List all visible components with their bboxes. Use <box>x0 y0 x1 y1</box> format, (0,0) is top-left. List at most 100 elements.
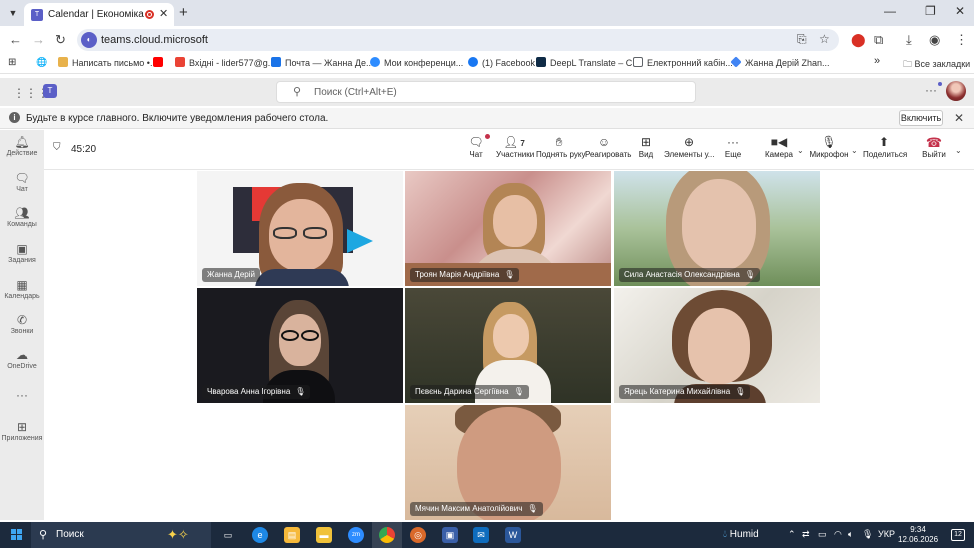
assignments-icon: ▣ <box>16 242 28 256</box>
bookmark-globe-icon[interactable]: 🌐 <box>36 57 47 68</box>
rail-item-assignments[interactable]: ▣ Задания <box>0 242 44 264</box>
participant-tile[interactable]: Сила Анастасія Олександрівна 🎙︎ <box>614 171 820 286</box>
share-button[interactable]: ⬆ Поделиться <box>863 135 907 159</box>
network-share-icon[interactable]: ⇄ <box>802 529 810 540</box>
tab-close-icon[interactable]: ✕ <box>159 7 168 20</box>
battery-icon[interactable]: ▭ <box>818 529 827 540</box>
url-text[interactable]: teams.cloud.microsoft <box>101 34 208 46</box>
camera-button[interactable]: ■◀ Камера <box>764 135 794 159</box>
new-tab-button[interactable]: + <box>179 4 188 21</box>
mic-options-chevron-icon[interactable]: ⌄ <box>851 146 858 155</box>
chat-button[interactable]: 🗨︎ Чат <box>465 134 490 159</box>
bookmark-item[interactable]: Вхідні - lider577@g... <box>175 57 275 68</box>
close-icon[interactable]: ✕ <box>954 111 964 125</box>
rail-item-chat[interactable]: 🗨︎ Чат <box>0 171 44 193</box>
apps-grid-icon[interactable]: ⊞ <box>8 57 16 68</box>
leave-options-chevron-icon[interactable]: ⌄ <box>955 146 962 155</box>
save-disk-icon[interactable]: ▣ <box>442 527 458 543</box>
camera-options-chevron-icon[interactable]: ⌄ <box>797 146 804 155</box>
participant-tile[interactable]: Пєвєнь Дарина Сергіївна 🎙︎ <box>405 288 611 403</box>
teams-search-input[interactable]: ⚲ Поиск (Ctrl+Alt+E) <box>276 81 696 103</box>
bookmark-item[interactable]: (1) Facebook <box>468 57 535 68</box>
bookmark-item[interactable] <box>153 57 167 68</box>
more-bookmarks-chevron-icon[interactable]: » <box>874 55 880 67</box>
enable-notifications-button[interactable]: Включить <box>899 110 943 126</box>
edge-icon[interactable]: e <box>252 527 268 543</box>
apps-button[interactable]: ⊕ Элементы у... <box>664 135 714 159</box>
chrome-icon[interactable] <box>379 527 395 543</box>
teams-favicon-icon: T <box>31 9 43 21</box>
profile-icon[interactable]: ◉ <box>929 32 940 48</box>
participants-button[interactable]: 👤︎ 7 Участники <box>496 135 534 159</box>
mic-button[interactable]: 🎙︎ Микрофон <box>809 135 849 159</box>
wifi-icon[interactable]: ◠ <box>834 529 842 540</box>
restore-icon[interactable]: ❐ <box>925 4 936 18</box>
bookmark-item[interactable]: Жанна Дерій Zhan... <box>730 56 830 68</box>
react-button[interactable]: ☺ Реагировать <box>585 135 631 159</box>
raise-hand-button[interactable]: ✋︎ Поднять руку <box>536 135 585 159</box>
window-close-icon[interactable]: ✕ <box>955 4 965 18</box>
bookmark-item[interactable]: Написать письмо •... <box>58 57 157 68</box>
language-indicator[interactable]: УКР <box>878 529 895 539</box>
notification-center-icon[interactable]: 12 <box>951 529 965 541</box>
zoom-icon[interactable]: zm <box>348 527 364 543</box>
shield-icon[interactable]: ⛉ <box>53 142 61 153</box>
task-view-icon[interactable]: ▭ <box>220 527 236 543</box>
clock[interactable]: 9:34 12.06.2026 <box>898 525 938 545</box>
face-shape <box>688 308 750 384</box>
participant-name: Мячин Максим Анатолійович <box>415 504 523 513</box>
file-explorer-icon[interactable]: ▬ <box>316 527 332 543</box>
app-icon[interactable]: ◎ <box>410 527 426 543</box>
back-arrow-icon[interactable]: ← <box>9 32 22 47</box>
rail-item-teams[interactable]: 👥︎ Команды <box>0 206 44 228</box>
participant-tile[interactable]: Мячин Максим Анатолійович 🎙︎ <box>405 405 611 520</box>
participant-tile[interactable]: Чварова Анна Ігорівна 🎙︎ <box>197 288 403 403</box>
chat-icon: 🗨︎ <box>465 134 490 150</box>
windows-start-icon[interactable] <box>11 529 23 541</box>
forward-arrow-icon[interactable]: → <box>32 32 45 47</box>
rail-item-more[interactable]: ··· <box>0 388 44 403</box>
bookmark-star-icon[interactable]: ☆ <box>819 32 830 46</box>
reload-icon[interactable]: ↻ <box>55 32 66 48</box>
participant-tile[interactable]: Троян Марія Андріївна 🎙︎ <box>405 171 611 286</box>
rail-item-onedrive[interactable]: ☁ OneDrive <box>0 348 44 370</box>
weather-widget[interactable]: 💧︎ Humid <box>723 529 759 540</box>
rail-item-calls[interactable]: ✆ Звонки <box>0 313 44 335</box>
omnibox[interactable]: ◐ teams.cloud.microsoft ⎘ ☆ <box>77 29 839 51</box>
extension-icon[interactable]: ⬤ <box>851 32 866 48</box>
rail-item-activity[interactable]: 🔔︎ Действие <box>0 135 44 157</box>
all-bookmarks-button[interactable]: 🗀 Все закладки <box>903 57 970 73</box>
volume-icon[interactable]: 🔈︎ <box>848 529 853 540</box>
user-avatar[interactable] <box>946 81 966 101</box>
outlook-icon[interactable]: ✉ <box>473 527 489 543</box>
participant-tile[interactable]: Ярець Катерина Михайлівна 🎙︎ <box>614 288 820 403</box>
mic-icon: 🎙︎ <box>821 135 837 149</box>
word-icon[interactable]: W <box>505 527 521 543</box>
more-options-icon[interactable]: ··· <box>925 83 937 97</box>
view-button[interactable]: ⊞ Вид <box>636 135 656 159</box>
microphone-icon[interactable]: 🎙︎ <box>862 529 873 540</box>
bookmark-item[interactable]: Мои конференци... <box>370 57 463 68</box>
install-app-icon[interactable]: ⎘ <box>797 32 807 47</box>
browser-menu-icon[interactable]: ⋮ <box>955 32 968 48</box>
more-button[interactable]: ··· Еще <box>722 135 744 159</box>
tab-search-chevron-icon[interactable]: ▼ <box>6 6 20 20</box>
bookmark-item[interactable]: DeepL Translate – C... <box>536 57 640 68</box>
leave-button[interactable]: ☎ Выйти <box>922 135 946 159</box>
taskbar-search-label: Поиск <box>56 529 84 540</box>
bookmark-item[interactable]: Почта — Жанна Де... <box>271 57 373 68</box>
all-bookmarks-label: Все закладки <box>914 59 971 69</box>
tray-chevron-icon[interactable]: ⌃ <box>788 529 796 540</box>
participant-tile[interactable]: Жанна Дерій <box>197 171 403 286</box>
minimize-icon[interactable]: — <box>884 4 896 18</box>
download-icon[interactable]: ⤓ <box>906 32 912 48</box>
teams-icon: 👥︎ <box>14 206 30 220</box>
extensions-puzzle-icon[interactable]: ⧉ <box>874 32 883 48</box>
browser-tab[interactable]: T Calendar | Економіка підпр ✕ <box>24 3 174 26</box>
rail-item-calendar[interactable]: ▦ Календарь <box>0 278 44 300</box>
rail-item-apps[interactable]: ⊞ Приложения <box>0 420 44 442</box>
store-icon[interactable]: ▤ <box>284 527 300 543</box>
site-info-icon[interactable]: ◐ <box>81 32 97 48</box>
taskbar-search[interactable]: ⚲ Поиск ✦✧ <box>31 522 211 548</box>
bookmark-item[interactable]: Електронний кабін... <box>633 57 733 68</box>
